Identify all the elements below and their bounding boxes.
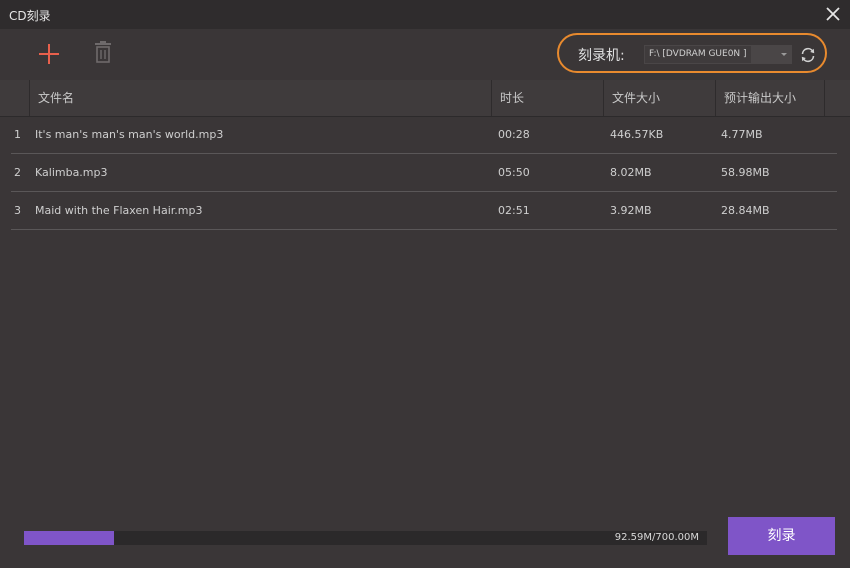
row-index: 3 (14, 204, 21, 217)
burner-selector-group: 刻录机: F:\ [DVDRAM GUE0N ] (557, 33, 827, 73)
capacity-progress-bar: 92.59M/700.00M (24, 531, 707, 545)
burner-dropdown[interactable]: F:\ [DVDRAM GUE0N ] (644, 45, 792, 64)
burner-label: 刻录机: (578, 48, 625, 64)
refresh-icon[interactable] (799, 46, 817, 64)
close-icon[interactable] (824, 5, 842, 23)
chevron-down-icon (781, 53, 787, 56)
trash-icon[interactable] (92, 41, 114, 65)
capacity-text: 92.59M/700.00M (614, 532, 699, 543)
row-duration: 05:50 (498, 166, 530, 179)
row-size: 3.92MB (610, 204, 652, 217)
capacity-progress-fill (24, 531, 115, 545)
file-table-header: 文件名 时长 文件大小 预计输出大小 (0, 80, 850, 117)
column-header-duration[interactable]: 时长 (491, 80, 603, 116)
column-header-size[interactable]: 文件大小 (603, 80, 715, 116)
burn-button[interactable]: 刻录 (728, 517, 835, 555)
row-estimated-size: 58.98MB (721, 166, 770, 179)
window-title: CD刻录 (9, 9, 51, 23)
row-duration: 00:28 (498, 128, 530, 141)
row-duration: 02:51 (498, 204, 530, 217)
column-header-filename[interactable]: 文件名 (29, 80, 491, 116)
row-size: 8.02MB (610, 166, 652, 179)
table-row[interactable]: 2 Kalimba.mp3 05:50 8.02MB 58.98MB (11, 154, 837, 192)
table-row[interactable]: 1 It's man's man's man's world.mp3 00:28… (11, 116, 837, 154)
row-size: 446.57KB (610, 128, 664, 141)
row-index: 1 (14, 128, 21, 141)
row-filename: Maid with the Flaxen Hair.mp3 (35, 204, 203, 217)
row-index: 2 (14, 166, 21, 179)
plus-icon[interactable] (36, 41, 62, 67)
row-filename: Kalimba.mp3 (35, 166, 108, 179)
dropdown-arrow[interactable] (751, 46, 791, 63)
title-bar: CD刻录 (0, 0, 850, 29)
row-estimated-size: 28.84MB (721, 204, 770, 217)
table-row[interactable]: 3 Maid with the Flaxen Hair.mp3 02:51 3.… (11, 192, 837, 230)
row-estimated-size: 4.77MB (721, 128, 763, 141)
column-header-estimated-size[interactable]: 预计输出大小 (715, 80, 825, 116)
row-filename: It's man's man's man's world.mp3 (35, 128, 224, 141)
file-table-body: 1 It's man's man's man's world.mp3 00:28… (11, 116, 837, 230)
burner-dropdown-value: F:\ [DVDRAM GUE0N ] (649, 49, 747, 59)
